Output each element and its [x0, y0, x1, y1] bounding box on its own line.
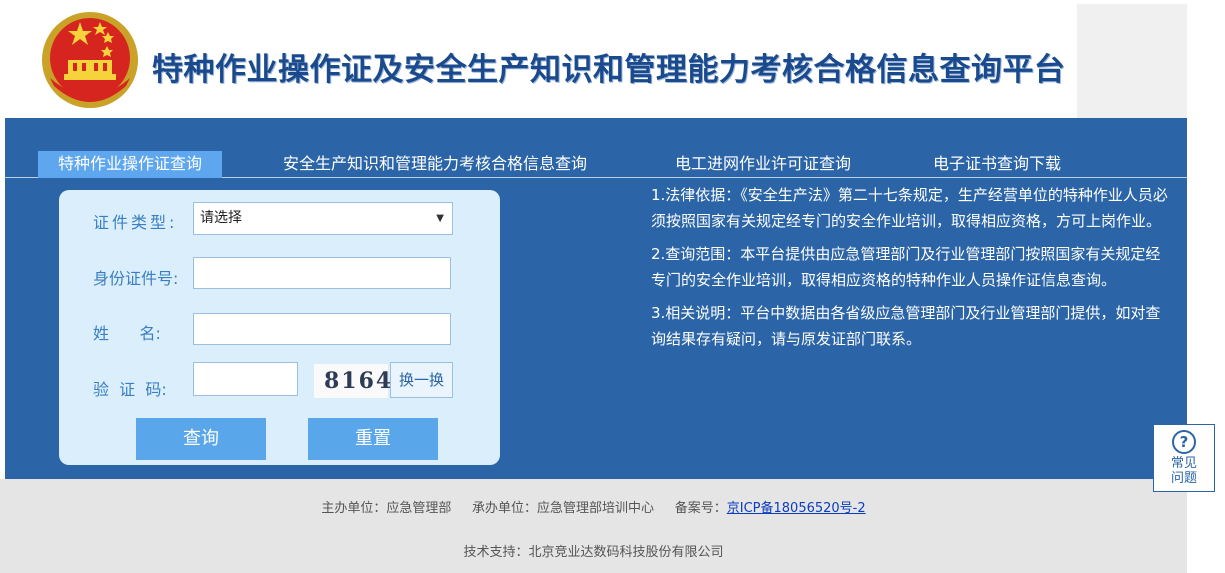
- cert-type-selected-value: 请选择: [200, 210, 242, 226]
- footer-support: 技术支持：北京竞业达数码科技股份有限公司: [463, 545, 724, 560]
- footer-organizer: 承办单位：应急管理部培训中心: [472, 501, 655, 516]
- id-number-label: 身份证件号:: [93, 269, 179, 288]
- national-emblem-icon: [42, 12, 138, 108]
- footer-record-prefix: 备案号：: [674, 501, 727, 516]
- chevron-down-icon: ▼: [436, 213, 444, 224]
- tab-safety-knowledge-assessment[interactable]: 安全生产知识和管理能力考核合格信息查询: [283, 151, 587, 178]
- captcha-input[interactable]: [193, 362, 298, 396]
- info-notes: 1.法律依据：《安全生产法》第二十七条规定，生产经营单位的特种作业人员必须按照国…: [651, 182, 1171, 359]
- main-panel: 特种作业操作证查询 安全生产知识和管理能力考核合格信息查询 电工进网作业许可证查…: [5, 118, 1187, 479]
- name-input[interactable]: [193, 313, 451, 345]
- id-number-input[interactable]: [193, 257, 451, 289]
- faq-button[interactable]: ? 常见问题: [1153, 424, 1215, 492]
- cert-type-select[interactable]: 请选择 ▼: [193, 202, 453, 235]
- header: 特种作业操作证及安全生产知识和管理能力考核合格信息查询平台: [0, 0, 1225, 118]
- footer-org-line: 主办单位：应急管理部 承办单位：应急管理部培训中心 备案号：京ICP备18056…: [0, 497, 1187, 516]
- footer: 主办单位：应急管理部 承办单位：应急管理部培训中心 备案号：京ICP备18056…: [0, 479, 1187, 573]
- tab-special-operation-cert[interactable]: 特种作业操作证查询: [38, 151, 223, 178]
- header-side-panel: [1077, 4, 1187, 118]
- page: 特种作业操作证及安全生产知识和管理能力考核合格信息查询平台 特种作业操作证查询 …: [0, 0, 1225, 573]
- captcha-image[interactable]: 8164: [314, 364, 391, 398]
- info-item-query-scope: 2.查询范围：本平台提供由应急管理部门及行业管理部门按照国家有关规定经专门的安全…: [651, 245, 1161, 289]
- icp-record-link[interactable]: 京ICP备18056520号-2: [727, 501, 866, 516]
- faq-label: 常见问题: [1170, 456, 1197, 486]
- question-mark-icon: ?: [1172, 430, 1196, 454]
- query-button[interactable]: 查询: [136, 418, 266, 460]
- tab-e-certificate-download[interactable]: 电子证书查询下载: [933, 151, 1061, 178]
- tab-electrician-permit[interactable]: 电工进网作业许可证查询: [675, 151, 851, 178]
- info-item-legal-basis: 1.法律依据：《安全生产法》第二十七条规定，生产经营单位的特种作业人员必须按照国…: [651, 186, 1168, 230]
- captcha-label: 验 证 码:: [93, 380, 167, 399]
- query-form: 证件类型: 请选择 ▼ 身份证件号: 姓 名: 验 证 码: 8164 换一换 …: [59, 190, 500, 465]
- name-label: 姓 名:: [93, 324, 161, 343]
- cert-type-label: 证件类型:: [93, 213, 178, 232]
- nav-tabs: 特种作业操作证查询 安全生产知识和管理能力考核合格信息查询 电工进网作业许可证查…: [5, 148, 1187, 178]
- info-item-notes: 3.相关说明：平台中数据由各省级应急管理部门及行业管理部门提供，如对查询结果存有…: [651, 304, 1161, 348]
- footer-host: 主办单位：应急管理部: [321, 501, 452, 516]
- reset-button[interactable]: 重置: [308, 418, 438, 460]
- refresh-captcha-button[interactable]: 换一换: [390, 362, 453, 398]
- site-title: 特种作业操作证及安全生产知识和管理能力考核合格信息查询平台: [152, 52, 1066, 88]
